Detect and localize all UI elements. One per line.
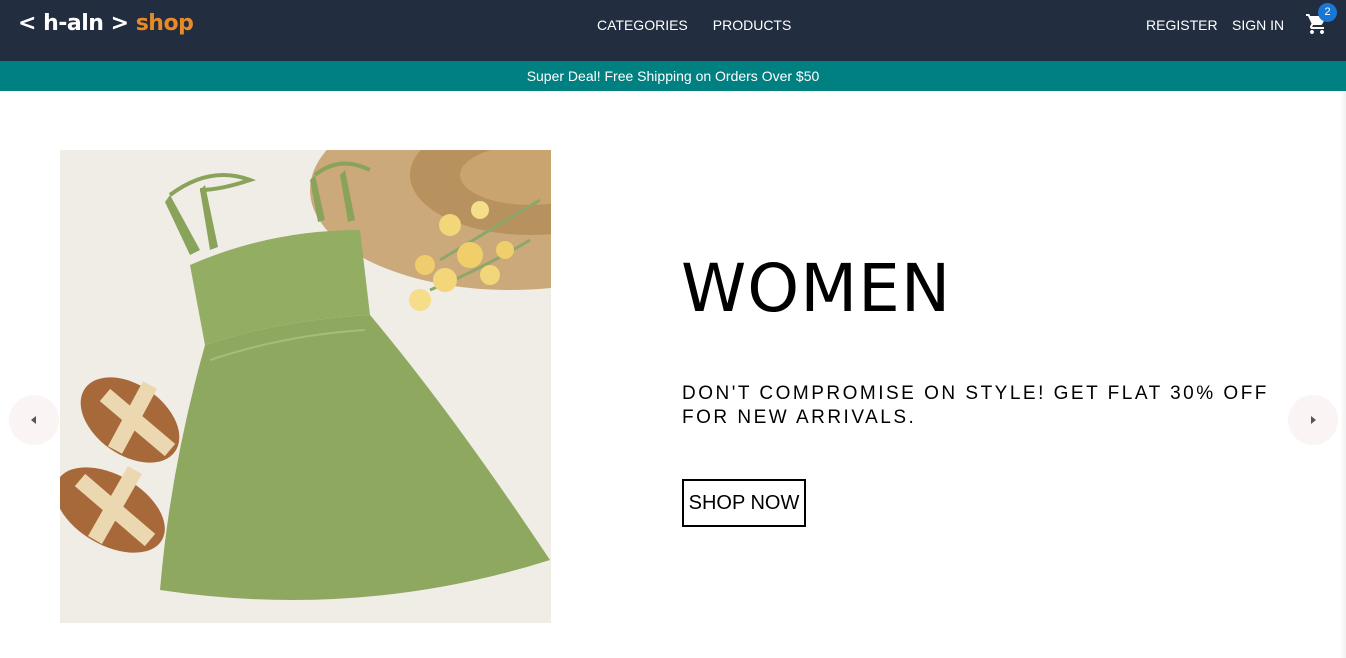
page-edge-shadow	[1340, 91, 1346, 658]
register-link[interactable]: REGISTER	[1146, 17, 1218, 33]
hero-description: DON'T COMPROMISE ON STYLE! GET FLAT 30% …	[682, 383, 1269, 428]
nav-categories-link[interactable]: CATEGORIES	[597, 17, 688, 33]
shop-now-button[interactable]: SHOP NOW	[682, 479, 806, 527]
arrow-right-icon[interactable]	[1288, 395, 1338, 445]
logo-text: < h-aln >	[18, 11, 129, 36]
nav-products-link[interactable]: PRODUCTS	[713, 17, 792, 33]
hero-title: WOMEN	[681, 250, 952, 327]
nav-center: CATEGORIES PRODUCTS	[597, 17, 791, 33]
cart-count-badge: 2	[1318, 3, 1337, 22]
announcement-text: Super Deal! Free Shipping on Orders Over…	[526, 68, 820, 84]
logo[interactable]: < h-aln > shop	[18, 11, 194, 36]
navbar: < h-aln > shop CATEGORIES PRODUCTS REGIS…	[0, 0, 1346, 61]
arrow-left-icon[interactable]	[9, 395, 59, 445]
logo-shop-text: shop	[135, 11, 194, 36]
announcement-bar: Super Deal! Free Shipping on Orders Over…	[0, 61, 1346, 91]
hero-image	[60, 150, 551, 623]
sign-in-link[interactable]: SIGN IN	[1232, 17, 1284, 33]
